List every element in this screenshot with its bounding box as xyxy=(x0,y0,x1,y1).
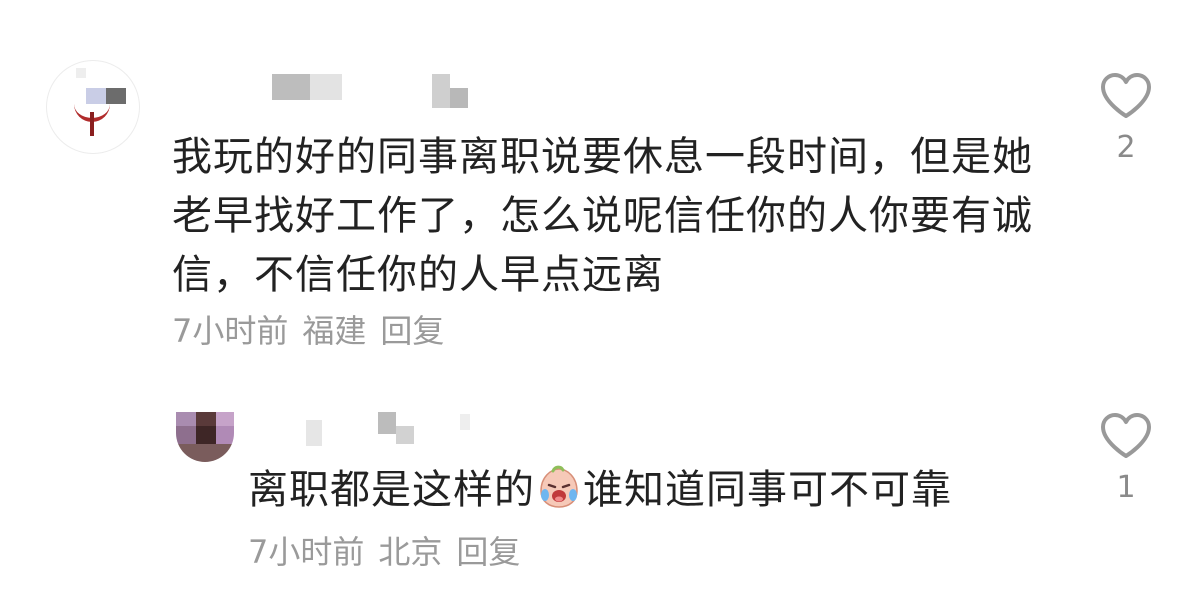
comment-text: 我玩的好的同事离职说要休息一段时间，但是她老早找好工作了，怎么说呢信任你的人你要… xyxy=(172,134,1033,298)
reply-button[interactable]: 回复 xyxy=(380,312,444,350)
comment-time: 7小时前 xyxy=(248,533,365,571)
comment-text-part: 离职都是这样的 xyxy=(248,467,535,513)
like-button[interactable]: 1 xyxy=(1096,412,1156,506)
avatar[interactable] xyxy=(176,412,234,462)
comment-location: 福建 xyxy=(302,312,367,350)
comment-location: 北京 xyxy=(378,533,443,571)
crying-laughing-face-emoji xyxy=(537,465,581,509)
heart-outline-icon xyxy=(1101,73,1151,118)
avatar[interactable] xyxy=(46,60,140,154)
reply-button[interactable]: 回复 xyxy=(456,533,520,571)
like-button[interactable]: 2 xyxy=(1096,72,1156,166)
comment-time: 7小时前 xyxy=(172,312,289,350)
heart-outline-icon xyxy=(1101,413,1151,458)
comment-text: 离职都是这样的 谁知道同事可不可靠 xyxy=(248,462,952,518)
like-count: 1 xyxy=(1116,470,1136,505)
comment-meta: 7小时前 福建 回复 xyxy=(172,311,444,351)
comment-text-part: 谁知道同事可不可靠 xyxy=(583,467,952,513)
comment-meta: 7小时前 北京 回复 xyxy=(248,532,520,572)
like-count: 2 xyxy=(1116,130,1136,165)
comment-list: 我玩的好的同事离职说要休息一段时间，但是她老早找好工作了，怎么说呢信任你的人你要… xyxy=(0,0,1200,616)
